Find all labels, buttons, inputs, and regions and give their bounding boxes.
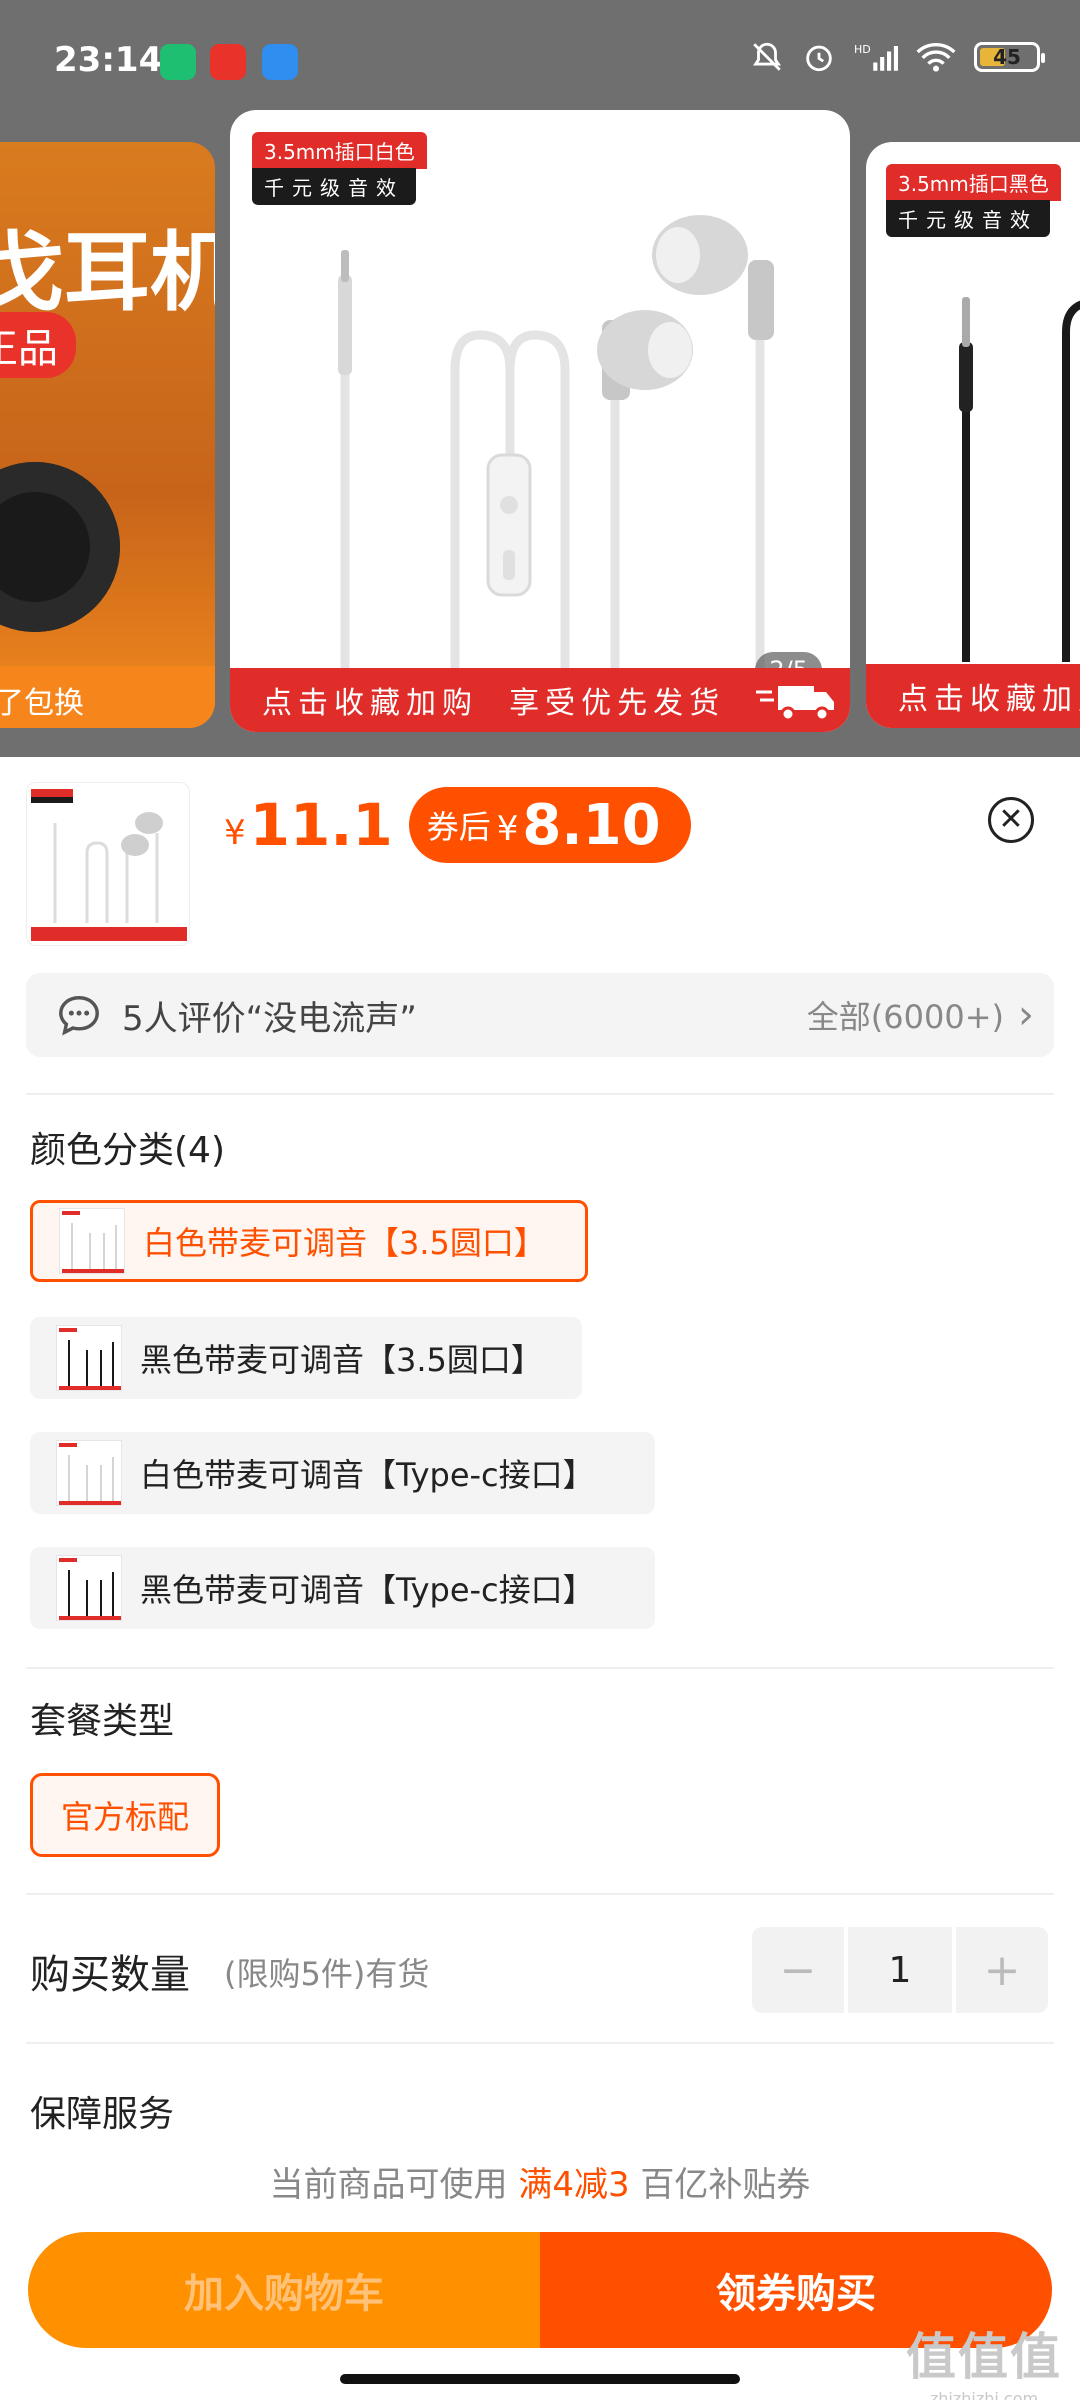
background-overlay[interactable]: 23:14 HD 45 戈耳机 正品 了包换 3.5mm插口白色 千元级音效: [0, 0, 1080, 757]
sku-sheet: ¥ 11.1 券后 ¥ 8.10 ✕ 5人评价“没电流声” 全部(6000+) …: [0, 757, 1080, 2400]
divider: [26, 2042, 1054, 2044]
divider: [26, 1093, 1054, 1095]
option-label: 黑色带麦可调音【Type-c接口】: [140, 1571, 595, 1609]
currency-symbol: ¥: [224, 813, 246, 853]
coupon-note-prefix: 当前商品可使用: [269, 2165, 519, 2205]
coupon-label: 券后: [426, 808, 491, 846]
price: 11.1: [249, 791, 393, 859]
coupon-price: 8.10: [522, 792, 661, 858]
watermark-sub: zhizhizhi.com: [929, 2389, 1039, 2400]
cloud-app-icon: [262, 44, 298, 80]
svg-text:HD: HD: [854, 43, 871, 56]
coupon-note-suffix: 百亿补贴券: [629, 2165, 811, 2205]
review-text: 5人评价“没电流声”: [122, 998, 417, 1039]
carousel-card-left[interactable]: 戈耳机 正品 了包换: [0, 142, 215, 728]
product-thumbnail-image: [31, 789, 187, 941]
center-card-footer-text: 点击收藏加购 享受优先发货: [262, 686, 726, 721]
right-card-footer-text: 点击收藏加购: [898, 682, 1080, 717]
add-to-cart-button[interactable]: 加入购物车: [28, 2232, 540, 2348]
alarm-icon: [806, 45, 832, 72]
option-label: 白色带麦可调音【3.5圆口】: [143, 1224, 546, 1262]
chevron-right-icon: ›: [1018, 992, 1034, 1038]
battery-icon: 45: [974, 42, 1045, 72]
coupon-note: 当前商品可使用 满4减3 百亿补贴券: [0, 2157, 1080, 2206]
divider: [26, 1893, 1054, 1895]
chat-bubble-icon: [59, 996, 99, 1036]
left-card-footer: 了包换: [0, 666, 215, 728]
left-card-tag: 正品: [0, 312, 76, 378]
mute-bell-icon: [753, 42, 781, 71]
price-block: ¥ 11.1 券后 ¥ 8.10: [224, 787, 691, 863]
option-label: 白色带麦可调音【Type-c接口】: [140, 1456, 595, 1494]
increment-button[interactable]: +: [956, 1927, 1048, 2013]
quantity-label: 购买数量: [30, 1952, 190, 1998]
guarantee-section-title: 保障服务: [30, 2094, 175, 2135]
watermark-main: 值值值: [906, 2328, 1062, 2386]
color-option-black-typec[interactable]: 黑色带麦可调音【Type-c接口】: [30, 1547, 655, 1629]
white-earphones-thumb-icon: [59, 1443, 121, 1505]
black-earphones-thumb-icon: [59, 1558, 121, 1620]
earbud-image: [0, 462, 120, 632]
quantity-value[interactable]: 1: [848, 1927, 952, 2013]
white-earphones-thumb-icon: [62, 1211, 124, 1273]
product-thumbnail[interactable]: [26, 782, 190, 946]
option-thumbnail: [56, 1325, 122, 1391]
quantity-stepper[interactable]: − 1 +: [752, 1927, 1052, 2013]
wifi-icon: [916, 43, 956, 72]
option-thumbnail: [59, 1208, 125, 1274]
option-label: 黑色带麦可调音【3.5圆口】: [140, 1341, 543, 1379]
carousel-card-center[interactable]: 3.5mm插口白色 千元级音效 2/5 点击收藏加购 享受优先发货: [230, 110, 850, 732]
color-option-white-typec[interactable]: 白色带麦可调音【Type-c接口】: [30, 1432, 655, 1514]
security-app-icon: [160, 44, 196, 80]
left-card-headline: 戈耳机: [0, 223, 215, 323]
action-bar: 加入购物车 领券购买: [28, 2232, 1052, 2348]
hd-signal-icon: HD: [854, 43, 898, 71]
white-earphones-image: [338, 215, 774, 670]
decrement-button[interactable]: −: [752, 1927, 844, 2013]
divider: [26, 1667, 1054, 1669]
color-section-title: 颜色分类(4): [30, 1130, 225, 1171]
review-all-link[interactable]: 全部(6000+): [807, 992, 1004, 1038]
color-option-white-35[interactable]: 白色带麦可调音【3.5圆口】: [30, 1200, 588, 1282]
home-indicator[interactable]: [340, 2374, 740, 2384]
quantity-limit: (限购5件)有货: [224, 1955, 430, 1993]
coupon-price-badge: 券后 ¥ 8.10: [408, 787, 691, 863]
right-card-footer: 点击收藏加购: [866, 664, 1080, 728]
coupon-note-highlight: 满4减3: [518, 2165, 630, 2205]
battery-level: 45: [993, 45, 1021, 69]
option-thumbnail: [56, 1555, 122, 1621]
option-thumbnail: [56, 1440, 122, 1506]
status-bar: 23:14 HD 45: [0, 0, 1080, 95]
carousel-card-right[interactable]: 3.5mm插口黑色 千元级音效 点击收藏加购: [866, 142, 1080, 728]
close-icon: ✕: [998, 802, 1024, 837]
review-summary-bar[interactable]: 5人评价“没电流声” 全部(6000+) ›: [26, 973, 1054, 1057]
close-button[interactable]: ✕: [988, 797, 1034, 843]
status-icons: HD 45: [750, 40, 1045, 74]
truck-icon: [756, 686, 834, 722]
black-earphones-image: [959, 297, 1080, 662]
status-time: 23:14: [54, 40, 163, 80]
watermark-logo: 值值值 zhizhizhi.com: [906, 2317, 1062, 2400]
coupon-currency: ¥: [496, 809, 519, 849]
black-earphones-thumb-icon: [59, 1328, 121, 1390]
color-option-black-35[interactable]: 黑色带麦可调音【3.5圆口】: [30, 1317, 582, 1399]
package-section-title: 套餐类型: [30, 1701, 175, 1742]
reddit-app-icon: [210, 44, 246, 80]
package-option-official[interactable]: 官方标配: [30, 1773, 221, 1857]
